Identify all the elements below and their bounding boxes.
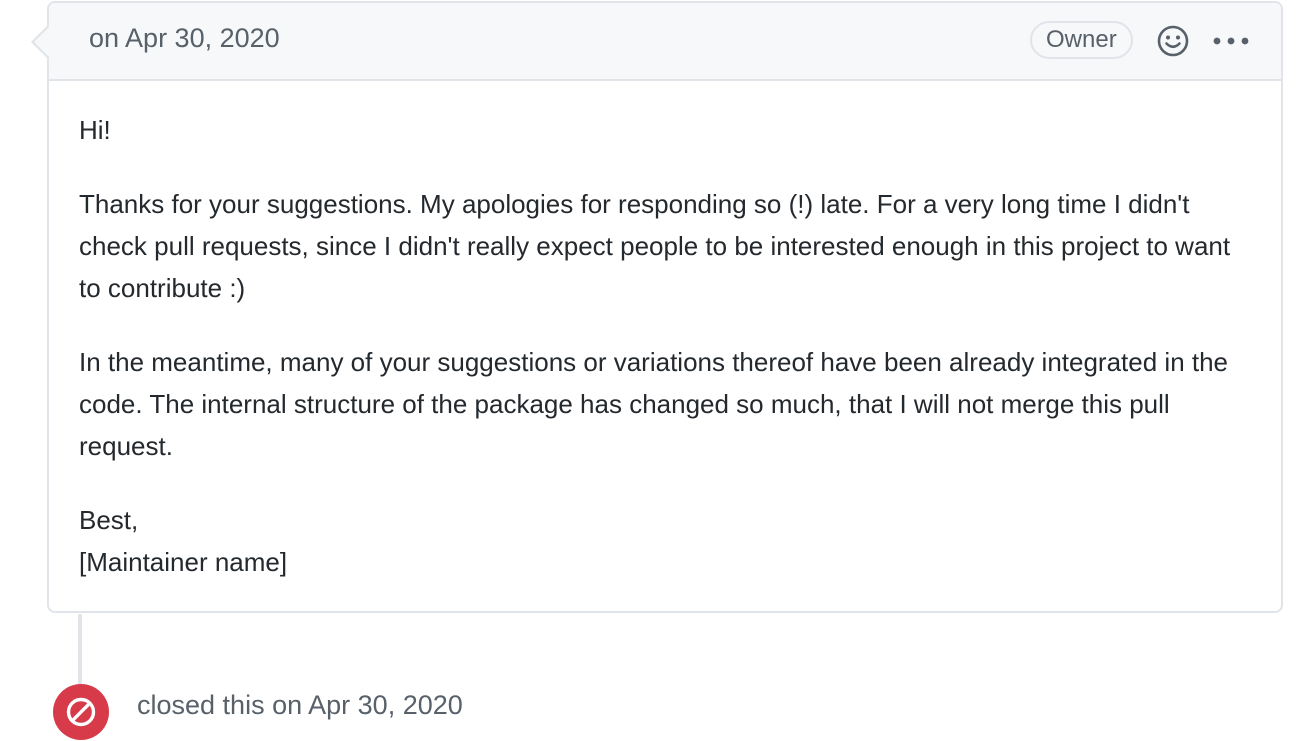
add-reaction-button[interactable] bbox=[1153, 21, 1193, 61]
comment-greeting: Hi! bbox=[79, 115, 111, 145]
kebab-horizontal-icon bbox=[1213, 37, 1249, 45]
circle-slash-icon bbox=[66, 697, 96, 727]
timeline-line bbox=[78, 614, 82, 694]
comment-paragraph: In the meantime, many of your suggestion… bbox=[79, 347, 1229, 461]
comment-options-button[interactable] bbox=[1207, 21, 1255, 61]
owner-badge: Owner bbox=[1030, 21, 1133, 59]
signature-text: [Maintainer name] bbox=[79, 547, 288, 577]
closed-event-date-link[interactable]: on Apr 30, 2020 bbox=[272, 690, 463, 720]
comment-date-link[interactable]: on Apr 30, 2020 bbox=[89, 23, 280, 54]
comment-signoff: Best, [Maintainer name] bbox=[79, 499, 1251, 583]
comment-box: on Apr 30, 2020 Owner Hi! Thanks for you… bbox=[47, 1, 1283, 613]
closed-event-text: closed this on Apr 30, 2020 bbox=[137, 690, 463, 721]
signoff-text: Best, bbox=[79, 505, 139, 535]
comment-caret-fill bbox=[34, 27, 49, 57]
closed-event-action: closed this bbox=[137, 690, 265, 720]
comment-header: on Apr 30, 2020 Owner bbox=[49, 3, 1281, 81]
comment-paragraph: Thanks for your suggestions. My apologie… bbox=[79, 189, 1231, 303]
smiley-icon bbox=[1157, 25, 1189, 57]
comment-body: Hi! Thanks for your suggestions. My apol… bbox=[49, 81, 1281, 583]
closed-event-badge bbox=[53, 684, 109, 740]
